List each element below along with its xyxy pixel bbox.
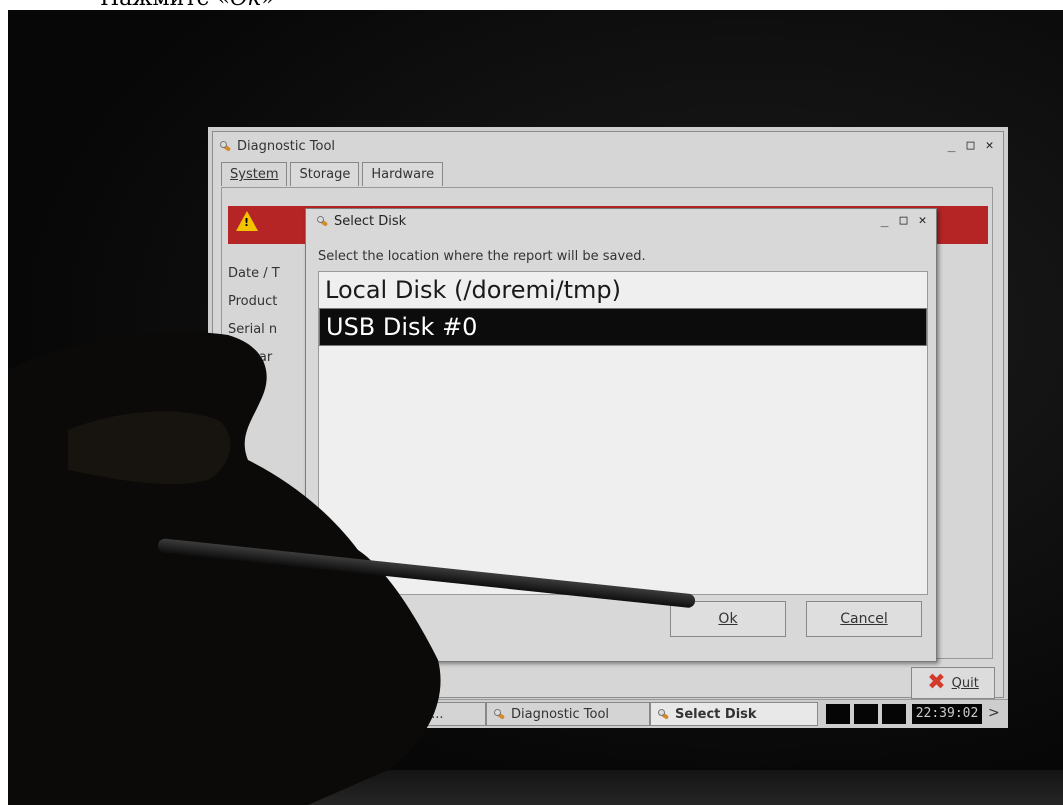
taskbar-item-diagnostic-label: Diagnostic Tool xyxy=(511,706,610,722)
monitor-bezel xyxy=(8,770,1063,805)
tab-hardware-label: Hardware xyxy=(371,167,435,182)
tab-storage-label: Storage xyxy=(299,167,351,182)
main-window-title: Diagnostic Tool xyxy=(237,138,336,154)
maximize-button[interactable]: □ xyxy=(963,138,978,153)
minimize-button[interactable]: _ xyxy=(944,138,959,153)
dialog-message: Select the location where the report wil… xyxy=(318,249,646,264)
list-item-usb-disk[interactable]: USB Disk #0 xyxy=(319,308,927,346)
tab-bar: System Storage Hardware xyxy=(221,162,446,186)
tab-system-label: System xyxy=(230,167,279,182)
tray-indicator-2 xyxy=(854,704,878,724)
dialog-minimize-button[interactable]: _ xyxy=(877,213,892,228)
taskbar-item-select-disk-label: Select Disk xyxy=(675,706,757,722)
ok-label: Ok xyxy=(718,611,738,627)
clock: 22:39:02 xyxy=(912,704,982,724)
hardware-label: ar xyxy=(244,378,258,393)
doremi-icon: ⚙ xyxy=(325,706,337,722)
product-label: Product xyxy=(228,294,278,309)
dialog-titlebar[interactable]: Select Disk xyxy=(306,209,936,233)
close-button[interactable]: ✕ xyxy=(982,138,997,153)
taskbar-item-select-disk[interactable]: Select Disk xyxy=(650,702,818,726)
dialog-close-button[interactable]: ✕ xyxy=(915,213,930,228)
dialog-controls: _ □ ✕ xyxy=(877,213,930,228)
photo: Diagnostic Tool _ □ ✕ System Storage Har… xyxy=(8,10,1063,805)
warning-icon-mark: ! xyxy=(244,216,250,229)
tab-storage[interactable]: Storage xyxy=(290,162,360,186)
main-window: Diagnostic Tool _ □ ✕ System Storage Har… xyxy=(212,131,1004,699)
screen: Diagnostic Tool _ □ ✕ System Storage Har… xyxy=(208,127,1008,728)
taskbar-app-icon xyxy=(493,707,507,721)
quit-icon: ✖ xyxy=(927,670,946,695)
quit-label: Quit xyxy=(951,675,979,691)
list-item-local-disk[interactable]: Local Disk (/doremi/tmp) xyxy=(319,272,927,308)
tab-system[interactable]: System xyxy=(221,162,288,186)
app-icon xyxy=(219,139,233,153)
taskbar-item-doremi[interactable]: ⚙ Doremi Labs -... xyxy=(318,702,486,726)
taskbar-item-doremi-label: Doremi Labs -... xyxy=(340,706,444,722)
tab-hardware[interactable]: Hardware xyxy=(362,162,444,186)
tray-indicator-1 xyxy=(826,704,850,724)
taskbar-item-diagnostic[interactable]: Diagnostic Tool xyxy=(486,702,650,726)
dialog-title: Select Disk xyxy=(334,213,407,229)
tray-indicator-3 xyxy=(882,704,906,724)
firmware-label: nwar xyxy=(240,350,273,365)
taskbar-more-arrow[interactable]: > xyxy=(988,705,1000,721)
disk-list[interactable]: Local Disk (/doremi/tmp) USB Disk #0 xyxy=(318,271,928,595)
serial-label: Serial n xyxy=(228,322,278,337)
main-window-controls: _ □ ✕ xyxy=(944,138,997,153)
date-time-label: Date / T xyxy=(228,266,280,281)
dialog-app-icon xyxy=(316,214,330,228)
cancel-label: Cancel xyxy=(840,611,888,627)
taskbar: ⚙ Doremi Labs -... Diagnostic Tool Selec… xyxy=(208,699,1008,728)
taskbar-select-icon xyxy=(657,707,671,721)
cancel-button[interactable]: Cancel xyxy=(806,601,922,637)
dialog-maximize-button[interactable]: □ xyxy=(896,213,911,228)
main-titlebar[interactable]: Diagnostic Tool xyxy=(213,132,1003,160)
quit-button[interactable]: ✖ Quit xyxy=(911,667,995,699)
